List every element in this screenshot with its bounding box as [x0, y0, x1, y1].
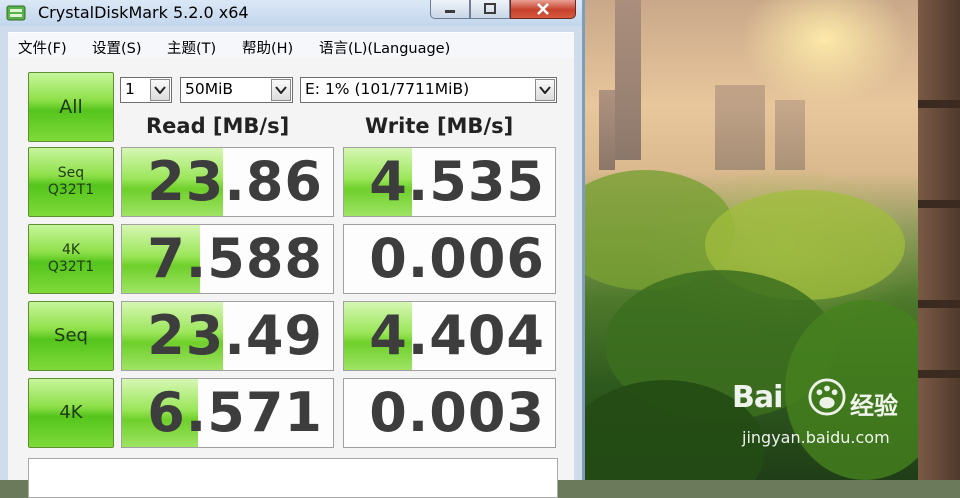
seq-button[interactable]: Seq: [28, 301, 114, 371]
read-result-cell: 7.588: [121, 224, 334, 294]
drive-select[interactable]: E: 1% (101/7711MiB): [300, 77, 557, 103]
chevron-down-icon: [271, 79, 291, 101]
menu-file[interactable]: 文件(F): [18, 37, 67, 58]
app-window: CrystalDiskMark 5.2.0 x64 文件(F) 设置(S) 主题…: [0, 0, 585, 498]
read-result-cell: 6.571: [121, 378, 334, 448]
wallpaper-tower: [615, 0, 641, 160]
test-label-line2: Q32T1: [47, 182, 95, 198]
chevron-down-icon: [150, 79, 170, 101]
4k-button[interactable]: 4K: [28, 378, 114, 448]
benchmark-panel: All 1 50MiB E: 1% (101/7711MiB) Read [MB…: [8, 58, 574, 498]
test-label-line1: Seq: [54, 325, 88, 347]
read-value: 7.588: [147, 227, 323, 290]
write-result-cell: 0.003: [343, 378, 556, 448]
wallpaper-shelf: [918, 0, 960, 480]
close-icon: [537, 3, 549, 15]
wallpaper-building: [775, 100, 805, 170]
window-controls: [430, 0, 576, 20]
read-result-cell: 23.49: [121, 301, 334, 371]
test-label-line2: Q32T1: [47, 259, 95, 275]
write-value: 0.006: [369, 227, 545, 290]
test-label-line1: 4K: [61, 242, 81, 259]
test-label-line1: 4K: [59, 402, 83, 424]
watermark-brand-cn: 经验: [850, 392, 898, 420]
write-result-cell: 4.404: [343, 301, 556, 371]
write-value: 4.404: [369, 304, 545, 367]
read-value: 6.571: [147, 381, 323, 444]
wallpaper-building: [715, 85, 765, 170]
4k-q32t1-button[interactable]: 4K Q32T1: [28, 224, 114, 294]
chevron-down-icon: [535, 79, 555, 101]
write-result-cell: 0.006: [343, 224, 556, 294]
menu-settings[interactable]: 设置(S): [92, 37, 142, 58]
minimize-icon: [445, 10, 455, 13]
wallpaper-building: [599, 90, 615, 170]
read-result-cell: 23.86: [121, 147, 334, 217]
menu-bar: 文件(F) 设置(S) 主题(T) 帮助(H) 语言(L)(Language): [8, 32, 574, 59]
maximize-icon: [484, 3, 496, 14]
window-title: CrystalDiskMark 5.2.0 x64: [38, 3, 249, 22]
comment-input[interactable]: [28, 458, 558, 498]
run-all-button[interactable]: All: [28, 72, 114, 142]
write-value: 4.535: [369, 150, 545, 213]
close-button[interactable]: [510, 0, 576, 19]
write-result-cell: 4.535: [343, 147, 556, 217]
baidu-jingyan-watermark: Bai 经验 jingyan.baidu.com: [732, 378, 912, 460]
title-bar[interactable]: CrystalDiskMark 5.2.0 x64: [0, 0, 582, 26]
read-value: 23.86: [147, 150, 323, 213]
read-column-header: Read [MB/s]: [146, 114, 290, 138]
write-value: 0.003: [369, 381, 545, 444]
app-icon: [6, 5, 26, 21]
test-label-line1: Seq: [57, 165, 85, 182]
desktop-wallpaper: Bai 经验 jingyan.baidu.com: [585, 0, 960, 480]
test-size-value: 50MiB: [185, 80, 234, 98]
maximize-button[interactable]: [470, 0, 510, 19]
menu-language[interactable]: 语言(L)(Language): [319, 37, 450, 58]
menu-help[interactable]: 帮助(H): [242, 37, 293, 58]
test-size-select[interactable]: 50MiB: [180, 77, 293, 103]
test-count-select[interactable]: 1: [120, 77, 172, 103]
paw-icon: [808, 378, 846, 416]
test-count-value: 1: [125, 80, 135, 98]
minimize-button[interactable]: [430, 0, 470, 19]
watermark-url: jingyan.baidu.com: [742, 428, 890, 447]
read-value: 23.49: [147, 304, 323, 367]
run-all-label: All: [59, 95, 83, 118]
watermark-brand: Bai: [732, 380, 783, 415]
menu-theme[interactable]: 主题(T): [167, 37, 216, 58]
drive-value: E: 1% (101/7711MiB): [305, 80, 470, 98]
seq-q32t1-button[interactable]: Seq Q32T1: [28, 147, 114, 217]
write-column-header: Write [MB/s]: [365, 114, 514, 138]
